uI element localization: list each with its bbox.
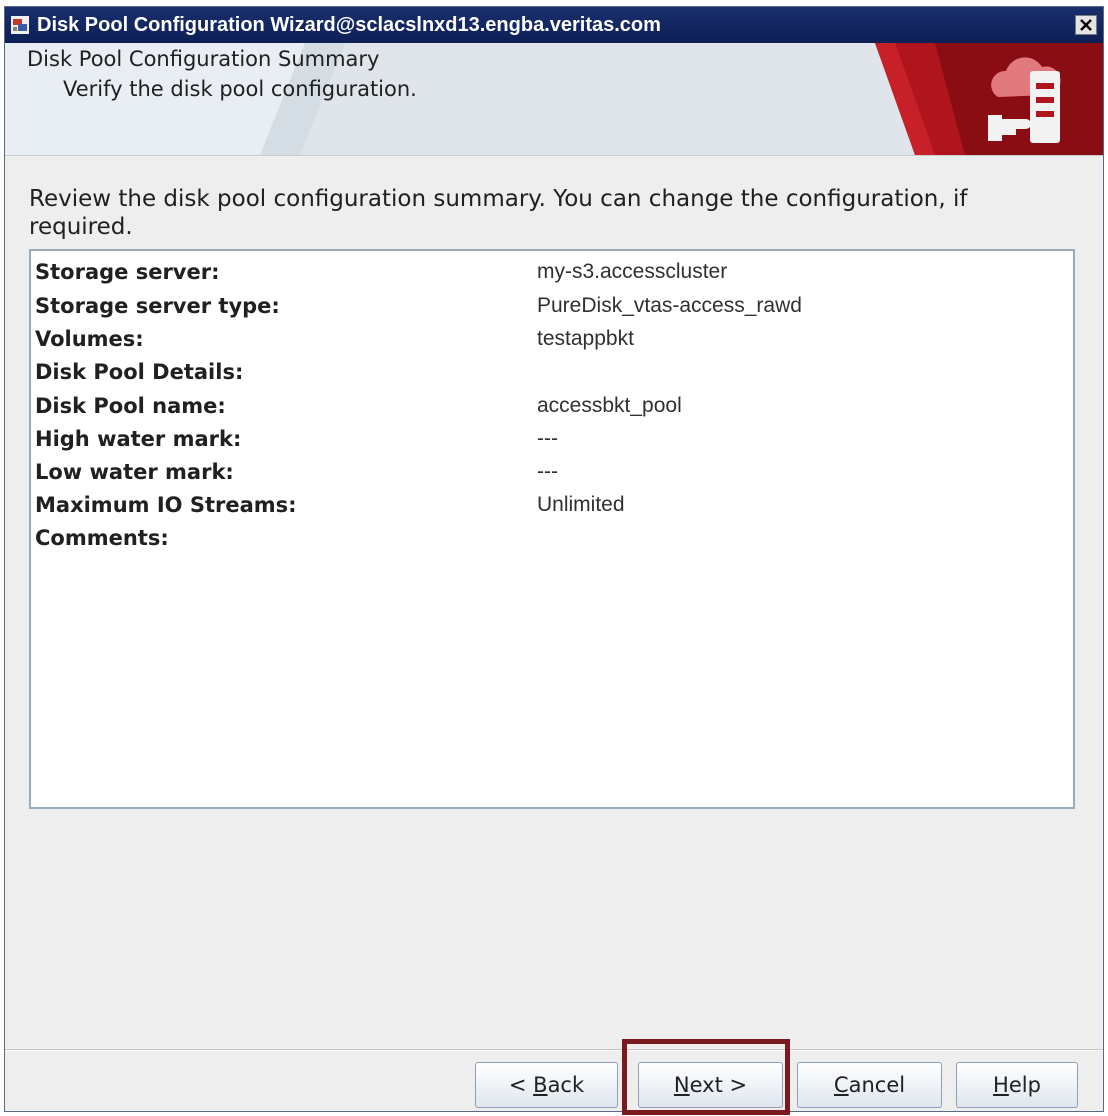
page-subtitle: Verify the disk pool configuration. [63, 77, 417, 101]
summary-label: Disk Pool name: [35, 394, 226, 418]
summary-label: Low water mark: [35, 460, 234, 484]
help-button[interactable]: Help [956, 1062, 1078, 1108]
cloud-storage-icon [988, 57, 1061, 143]
close-button[interactable] [1075, 15, 1097, 35]
summary-value: accessbkt_pool [537, 394, 682, 417]
summary-value: testappbkt [537, 327, 634, 350]
back-button-prefix: < [508, 1073, 534, 1097]
cancel-button-label: ancel [848, 1073, 906, 1097]
summary-value: --- [537, 427, 558, 450]
window-title: Disk Pool Configuration Wizard@sclacslnx… [37, 14, 661, 36]
next-button-label: ext > [689, 1073, 748, 1097]
summary-label: Comments: [35, 526, 169, 550]
summary-value: --- [537, 460, 558, 483]
summary-value: my-s3.accesscluster [537, 260, 728, 283]
summary-value: PureDisk_vtas-access_rawd [537, 294, 802, 317]
help-button-label: elp [1008, 1073, 1041, 1097]
title-bar[interactable]: Disk Pool Configuration Wizard@sclacslnx… [5, 7, 1103, 43]
summary-label: Disk Pool Details: [35, 360, 244, 384]
page-title: Disk Pool Configuration Summary [27, 47, 380, 71]
summary-value: Unlimited [537, 493, 625, 516]
button-bar-divider [5, 1049, 1103, 1051]
next-button-mnemonic: N [673, 1073, 690, 1097]
summary-label: Volumes: [35, 327, 144, 351]
summary-label: Storage server type: [35, 294, 280, 318]
cancel-button-mnemonic: C [833, 1073, 849, 1097]
app-icon [11, 16, 29, 34]
summary-label: High water mark: [35, 427, 242, 451]
back-button-label: ack [547, 1073, 585, 1097]
help-button-mnemonic: H [993, 1073, 1009, 1097]
summary-label: Maximum IO Streams: [35, 493, 297, 517]
back-button[interactable]: < Back [475, 1062, 618, 1108]
cancel-button[interactable]: Cancel [797, 1062, 942, 1108]
next-button[interactable]: Next > [638, 1062, 783, 1108]
instructions-text: Review the disk pool configuration summa… [29, 186, 968, 240]
wizard-window: Disk Pool Configuration Wizard@sclacslnx… [4, 6, 1104, 1112]
close-icon [1080, 19, 1092, 31]
back-button-mnemonic: B [533, 1073, 548, 1097]
summary-panel[interactable]: Storage server: my-s3.accesscluster Stor… [29, 249, 1075, 809]
wizard-header: Disk Pool Configuration Summary Verify t… [5, 43, 1103, 156]
summary-label: Storage server: [35, 260, 220, 284]
